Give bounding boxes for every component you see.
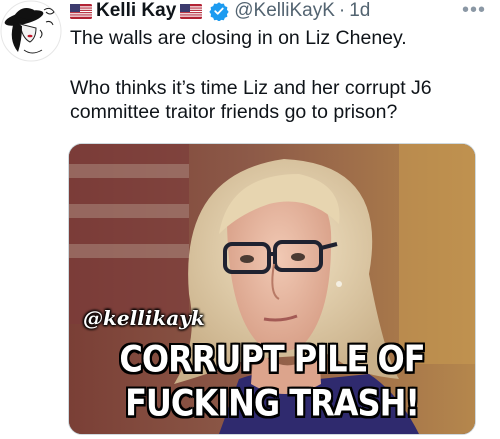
timestamp[interactable]: 1d xyxy=(349,0,370,22)
tweet-header: Kelli Kay @KelliKayK · 1d xyxy=(70,0,370,22)
image-watermark: @kellikayk xyxy=(83,306,205,330)
image-caption-line-2: FUCKING TRASH! xyxy=(125,381,420,425)
us-flag-icon xyxy=(70,3,92,19)
more-icon[interactable]: ••• xyxy=(462,0,486,20)
tweet-media-image[interactable]: @kellikayk CORRUPT PILE OF FUCKING TRASH… xyxy=(68,143,476,435)
tweet-text-line-2: Who thinks it’s time Liz and her corrupt… xyxy=(70,77,432,123)
verified-badge-icon[interactable] xyxy=(209,1,229,21)
avatar[interactable] xyxy=(0,0,62,62)
image-caption-line-1: CORRUPT PILE OF xyxy=(119,337,425,381)
us-flag-icon xyxy=(180,3,203,19)
author-handle[interactable]: @KelliKayK xyxy=(234,0,335,22)
tweet-text-line-1: The walls are closing in on Liz Cheney. xyxy=(70,27,407,49)
separator-dot: · xyxy=(338,0,346,21)
tweet-text: The walls are closing in on Liz Cheney. … xyxy=(70,26,490,124)
author-name[interactable]: Kelli Kay xyxy=(96,0,176,22)
